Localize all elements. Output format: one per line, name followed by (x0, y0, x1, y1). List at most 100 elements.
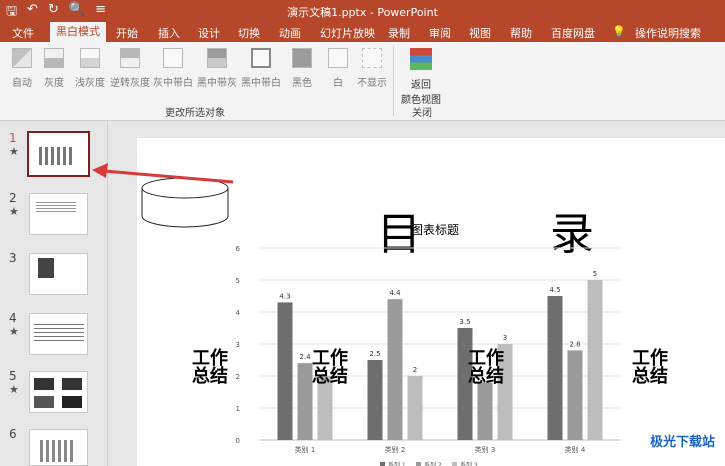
inverse-grayscale-button[interactable]: 逆转灰度 (110, 48, 150, 89)
y-tick-label: 0 (236, 437, 240, 445)
thumb-image (62, 378, 82, 390)
legend-label: 系列 3 (460, 461, 478, 466)
data-label: 3 (503, 334, 507, 342)
chart-title: 图表标题 (411, 223, 459, 237)
tab-search[interactable]: 操作说明搜索 (635, 25, 701, 41)
grayscale-icon (44, 48, 64, 68)
thumb-chart (39, 147, 73, 165)
slide-thumbnail[interactable] (29, 313, 88, 355)
tab-transitions[interactable]: 切换 (238, 25, 260, 41)
white-icon (328, 48, 348, 68)
tab-view[interactable]: 视图 (469, 25, 491, 41)
auto-icon (12, 48, 32, 68)
thumb-image (34, 396, 54, 408)
lightbulb-icon: 💡 (612, 25, 626, 38)
animation-star-icon: ★ (9, 205, 19, 218)
slide-thumbnail[interactable] (29, 371, 88, 413)
ribbon-separator (393, 46, 394, 116)
animation-star-icon: ★ (9, 325, 19, 338)
bar (407, 376, 423, 440)
black-with-gray-button[interactable]: 黑中带灰 (196, 48, 238, 89)
black-with-white-button[interactable]: 黑中带白 (240, 48, 282, 89)
work-summary-label: 工作 总结 (192, 348, 228, 387)
y-tick-label: 2 (236, 373, 240, 381)
dont-show-icon (362, 48, 382, 68)
gray-with-white-icon (163, 48, 183, 68)
thumb-number: 3 (9, 251, 17, 265)
legend-swatch (380, 462, 385, 466)
annotation-arrow (92, 163, 234, 184)
tab-insert[interactable]: 插入 (158, 25, 180, 41)
bar (547, 296, 563, 440)
category-label: 类别 1 (295, 445, 316, 454)
legend-swatch (416, 462, 421, 466)
gray-with-white-button[interactable]: 灰中带白 (152, 48, 194, 89)
legend-swatch (452, 462, 457, 466)
light-grayscale-icon (80, 48, 100, 68)
ribbon: 自动 灰度 浅灰度 逆转灰度 灰中带白 黑中带灰 黑中带白 黑色 白 不显示 更… (0, 42, 725, 121)
data-label: 2.5 (369, 350, 380, 358)
thumb-number: 4 (9, 311, 17, 325)
auto-button[interactable]: 自动 (4, 48, 40, 89)
data-label: 5 (593, 270, 597, 278)
dont-show-button[interactable]: 不显示 (354, 48, 390, 89)
bar (587, 280, 603, 440)
animation-star-icon: ★ (9, 383, 19, 396)
title-bar: 🖫 ↶ ↻ 🔍 ≡ 演示文稿1.pptx - PowerPoint (0, 0, 725, 22)
y-tick-label: 6 (236, 245, 241, 253)
slide-thumbnail[interactable] (27, 131, 90, 177)
black-button[interactable]: 黑色 (284, 48, 320, 89)
ribbon-tabs: 文件 黑白模式 开始 插入 设计 切换 动画 幻灯片放映 录制 审阅 视图 帮助… (0, 22, 725, 42)
animation-star-icon: ★ (9, 145, 19, 158)
bar (477, 382, 493, 440)
data-label: 4.3 (279, 292, 290, 300)
slide-thumbnail[interactable] (29, 429, 88, 466)
bar (367, 360, 383, 440)
group-label-change: 更改所选对象 (165, 108, 225, 119)
thumb-chart (40, 440, 76, 462)
category-label: 类别 4 (565, 445, 586, 454)
tab-baidu[interactable]: 百度网盘 (551, 25, 595, 41)
color-view-icon (410, 48, 432, 70)
legend-label: 系列 1 (388, 461, 406, 466)
work-summary-label: 工作 总结 (468, 348, 504, 387)
group-label-close: 关闭 (412, 108, 432, 119)
data-label: 2.4 (299, 353, 311, 361)
tab-file[interactable]: 文件 (12, 25, 34, 41)
category-label: 类别 2 (385, 445, 406, 454)
thumb-number: 6 (9, 427, 17, 441)
bar (567, 350, 583, 440)
bar (387, 299, 403, 440)
y-tick-label: 3 (236, 341, 240, 349)
bar (277, 302, 293, 440)
slide-thumbnail[interactable] (29, 193, 88, 235)
bar (297, 363, 313, 440)
tab-review[interactable]: 审阅 (429, 25, 451, 41)
black-icon (292, 48, 312, 68)
inverse-grayscale-icon (120, 48, 140, 68)
thumb-image (62, 396, 82, 408)
tab-help[interactable]: 帮助 (510, 25, 532, 41)
tab-record[interactable]: 录制 (388, 25, 410, 41)
thumb-number: 5 (9, 369, 17, 383)
tab-design[interactable]: 设计 (198, 25, 220, 41)
grayscale-button[interactable]: 灰度 (36, 48, 72, 89)
y-tick-label: 4 (236, 309, 241, 317)
data-label: 2 (413, 366, 417, 374)
thumb-image (34, 378, 54, 390)
data-label: 2.8 (569, 340, 580, 348)
data-label: 3.5 (459, 318, 470, 326)
light-grayscale-button[interactable]: 浅灰度 (72, 48, 108, 89)
slide-thumbnail[interactable] (29, 253, 88, 295)
work-summary-label: 工作 总结 (632, 348, 668, 387)
y-tick-label: 1 (236, 405, 240, 413)
tab-animations[interactable]: 动画 (279, 25, 301, 41)
return-color-view-button[interactable]: 返回 颜色视图 (398, 48, 444, 106)
tab-bw[interactable]: 黑白模式 (50, 22, 106, 42)
white-button[interactable]: 白 (320, 48, 356, 89)
bar-chart[interactable]: 图表标题 0 1 2 3 4 5 6 4.3 2.4 类别 1 2.5 4.4 2 类别 2 3.5 3 类别 3… (230, 220, 630, 466)
tab-home[interactable]: 开始 (116, 25, 138, 41)
watermark-logo: 极光下载站 (650, 431, 715, 450)
tab-slideshow[interactable]: 幻灯片放映 (320, 25, 375, 41)
thumb-number: 1 (9, 131, 17, 145)
